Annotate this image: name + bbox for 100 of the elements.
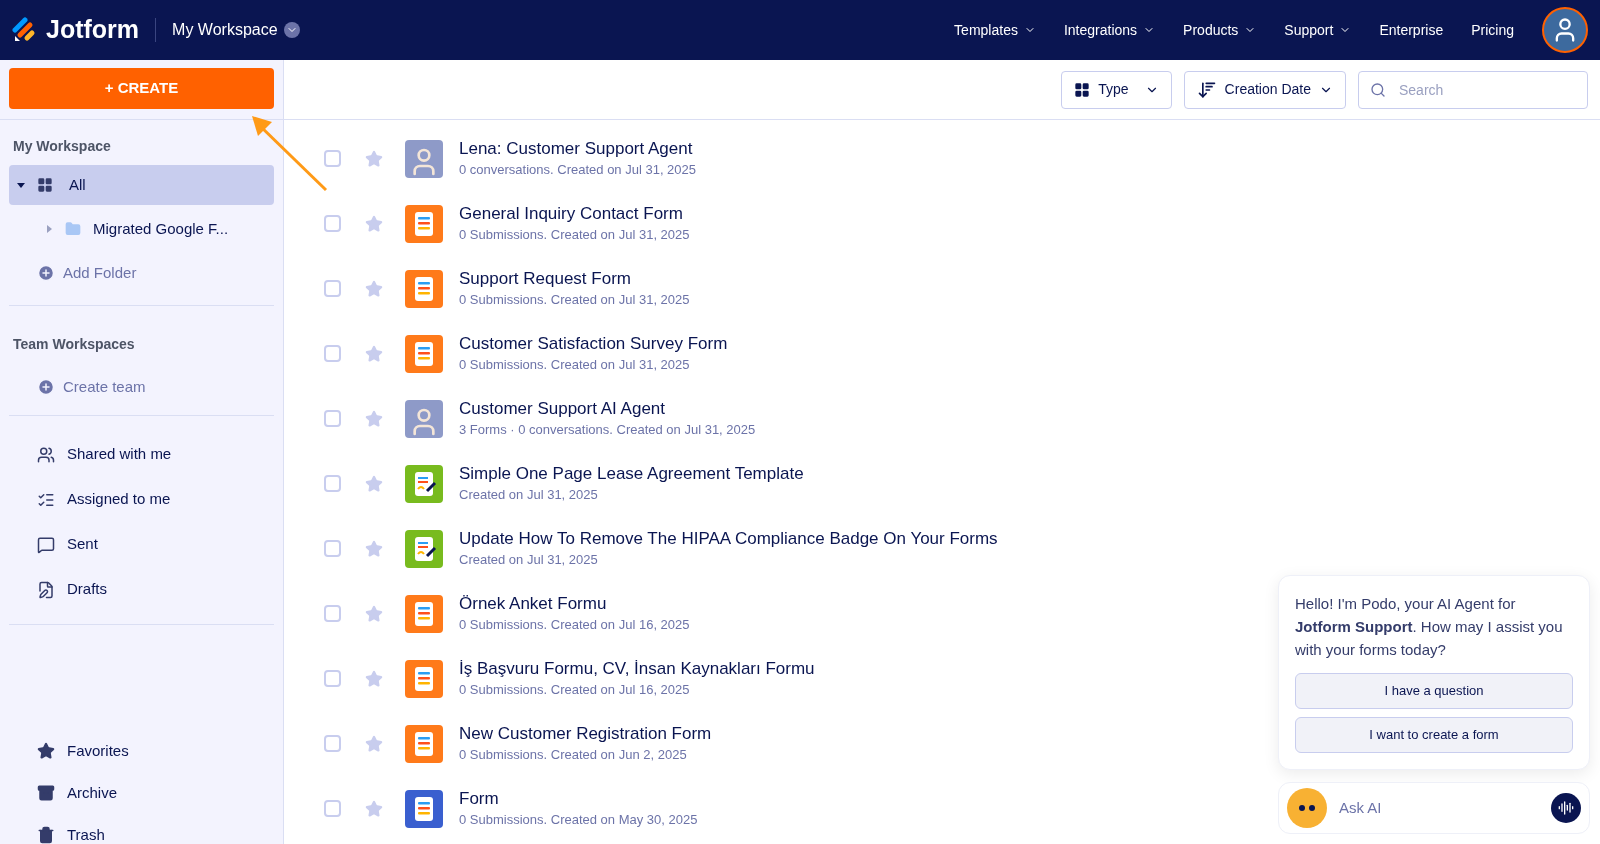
nav-link[interactable]: Templates	[954, 19, 1036, 41]
sidebar-link[interactable]: Trash	[9, 814, 274, 844]
item-title: Form	[459, 787, 500, 810]
item-meta: Created on Jul 31, 2025	[459, 485, 599, 504]
people-icon	[37, 445, 55, 464]
photo-placeholder	[405, 139, 443, 178]
plus-icon	[37, 378, 55, 396]
nav-link[interactable]: Pricing	[1471, 19, 1514, 41]
folder-item[interactable]: Migrated Google F...	[9, 209, 274, 249]
caret-icon	[283, 22, 300, 38]
voice-button[interactable]	[1551, 793, 1581, 823]
form-icon	[405, 269, 443, 308]
checkbox[interactable]	[324, 670, 341, 687]
workspace-dropdown[interactable]: My Workspace	[172, 18, 300, 42]
sidebar-link[interactable]: Favorites	[9, 730, 274, 772]
chat-message: Hello! I'm Podo, your AI Agent for Jotform Support. How may I assist you with your forms today?	[1295, 594, 1564, 660]
document-icon	[405, 464, 443, 503]
sidebar-link[interactable]: Sent	[9, 522, 274, 567]
item-title: Simple One Page Lease Agreement Template	[459, 462, 804, 485]
caret-icon[interactable]	[17, 181, 25, 189]
sidebar-link[interactable]: Shared with me	[9, 432, 274, 477]
nav-link[interactable]: Support	[1284, 19, 1352, 41]
grid-icon	[37, 177, 53, 193]
checkbox[interactable]	[324, 345, 341, 362]
nav-link[interactable]: Integrations	[1063, 19, 1156, 41]
photo-placeholder	[405, 399, 443, 438]
star-icon[interactable]	[365, 409, 383, 428]
item-meta: 0 Submissions. Created on Jul 31, 2025	[459, 355, 691, 374]
checkbox[interactable]	[324, 215, 341, 232]
document-pencil-icon	[37, 580, 55, 599]
item-meta: 0 Submissions. Created on May 30, 2025	[459, 810, 698, 829]
star-icon[interactable]	[365, 149, 383, 168]
sidebar-link[interactable]: Drafts	[9, 567, 274, 612]
avatar[interactable]	[1542, 7, 1588, 53]
ask-ai-field[interactable]: Ask AI	[1339, 796, 1539, 820]
plus-icon	[37, 264, 55, 282]
star-icon[interactable]	[365, 669, 383, 688]
item-meta: 0 conversations. Created on Jul 31, 2025	[459, 160, 697, 179]
sidebar-link[interactable]: Archive	[9, 772, 274, 814]
item-title: Customer Support AI Agent	[459, 397, 666, 420]
form-icon	[405, 659, 443, 698]
star-icon[interactable]	[365, 279, 383, 298]
logo-text: Jotform	[46, 14, 140, 46]
type-filter-button[interactable]: Type	[1061, 70, 1172, 109]
item-meta: 0 Submissions. Created on Jul 31, 2025	[459, 225, 690, 244]
item-title: Update How To Remove The HIPAA Compliance Badge On Your Forms	[459, 527, 998, 550]
star-icon	[37, 742, 55, 760]
form-icon	[405, 789, 443, 828]
section-heading: My Workspace	[13, 137, 112, 156]
item-title: Örnek Anket Formu	[459, 592, 608, 615]
checkbox[interactable]	[324, 150, 341, 167]
checkbox[interactable]	[324, 280, 341, 297]
checkbox[interactable]	[324, 540, 341, 557]
item-title: Support Request Form	[459, 267, 632, 290]
item-meta: 0 Submissions. Created on Jul 16, 2025	[459, 615, 690, 634]
item-meta: 0 Submissions. Created on Jul 31, 2025	[459, 290, 690, 309]
form-icon	[405, 594, 443, 633]
audio-wave-icon	[1558, 800, 1574, 816]
star-icon[interactable]	[365, 474, 383, 493]
item-title: Lena: Customer Support Agent	[459, 137, 694, 160]
search-field[interactable]: Search	[1358, 70, 1588, 109]
star-icon[interactable]	[365, 344, 383, 363]
chat-option-button[interactable]: I have a question	[1295, 673, 1573, 709]
nav-link[interactable]: Enterprise	[1379, 19, 1444, 41]
section-heading: Team Workspaces	[13, 335, 136, 354]
item-meta: 0 Submissions. Created on Jun 2, 2025	[459, 745, 688, 764]
checkbox[interactable]	[324, 475, 341, 492]
item-title: Customer Satisfaction Survey Form	[459, 332, 728, 355]
nav-link[interactable]: Products	[1183, 19, 1257, 41]
sort-button[interactable]: Creation Date	[1183, 70, 1346, 109]
star-icon[interactable]	[365, 214, 383, 233]
item-title: İş Başvuru Formu, CV, İnsan Kaynakları Formu	[459, 657, 815, 680]
star-icon[interactable]	[365, 604, 383, 623]
mascot-icon	[1287, 788, 1327, 828]
star-icon[interactable]	[365, 539, 383, 558]
create-team-button[interactable]: Create team	[9, 367, 274, 407]
item-title: New Customer Registration Form	[459, 722, 712, 745]
checkbox[interactable]	[324, 410, 341, 427]
sidebar-link[interactable]: Assigned to me	[9, 477, 274, 522]
search-icon	[1370, 81, 1386, 98]
chat-input-bar[interactable]: Ask AI	[1278, 782, 1590, 834]
form-icon	[405, 724, 443, 763]
document-icon	[405, 529, 443, 568]
item-meta: Created on Jul 31, 2025	[459, 550, 599, 569]
trash-icon	[37, 826, 55, 844]
checkbox[interactable]	[324, 605, 341, 622]
grid-icon	[1074, 81, 1091, 98]
chat-option-button[interactable]: I want to create a form	[1295, 717, 1573, 753]
star-icon[interactable]	[365, 734, 383, 753]
item-meta: 3 Forms · 0 conversations. Created on Jul 31, 2025	[459, 420, 756, 439]
item-meta: 0 Submissions. Created on Jul 16, 2025	[459, 680, 691, 699]
add-folder-button[interactable]: Add Folder	[9, 253, 274, 293]
checkbox[interactable]	[324, 800, 341, 817]
form-icon	[405, 334, 443, 373]
item-title: General Inquiry Contact Form	[459, 202, 684, 225]
checkbox[interactable]	[324, 735, 341, 752]
star-icon[interactable]	[365, 799, 383, 818]
form-icon	[405, 204, 443, 243]
folder-item[interactable]: All	[9, 165, 274, 205]
folder-icon	[65, 221, 81, 237]
